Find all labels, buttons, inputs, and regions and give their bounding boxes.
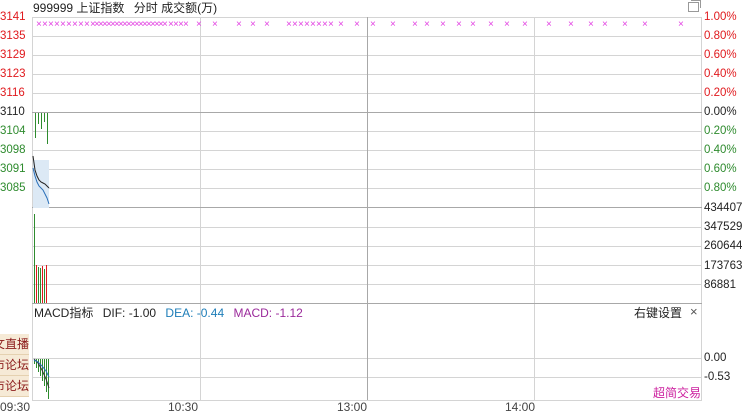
signal-marker: × [286, 19, 292, 30]
dea-label: DEA: [165, 306, 194, 320]
signal-marker: × [264, 19, 270, 30]
signal-marker: × [54, 19, 60, 30]
signal-marker: × [66, 19, 72, 30]
signal-marker: × [568, 19, 574, 30]
signal-marker: × [212, 19, 218, 30]
time-label: 14:00 [505, 400, 536, 414]
signal-marker: × [456, 19, 462, 30]
signal-marker: × [354, 19, 360, 30]
signal-marker: × [183, 19, 189, 30]
signal-marker: × [292, 19, 298, 30]
time-label: 09:30 [0, 400, 31, 414]
signal-marker: × [48, 19, 54, 30]
signal-marker: × [504, 19, 510, 30]
signal-marker: × [470, 19, 476, 30]
signal-marker: × [250, 19, 256, 30]
signal-marker: × [84, 19, 90, 30]
signal-marker: × [42, 19, 48, 30]
signal-marker: × [236, 19, 242, 30]
signal-markers: × × × × × × × × × × × × × × × × × × × × × × × × × × × × × × × × × × × × × × × ×… [0, 19, 742, 31]
signal-marker: × [440, 19, 446, 30]
signal-marker: × [622, 19, 628, 30]
dif-value: -1.00 [128, 306, 157, 320]
macd-axis-label: 0.00 [704, 352, 727, 364]
signal-marker: × [72, 19, 78, 30]
price-ticks [35, 113, 48, 144]
price-line [32, 155, 50, 208]
signal-marker: × [678, 19, 684, 30]
side-tab-live[interactable]: 图文直播 [0, 334, 29, 355]
signal-marker: × [78, 19, 84, 30]
time-label: 10:30 [168, 400, 199, 414]
signal-marker: × [488, 19, 494, 30]
side-tab-forum[interactable]: 股市论坛 [0, 355, 29, 376]
signal-marker: × [546, 19, 552, 30]
signal-marker: × [370, 19, 376, 30]
signal-marker: × [642, 19, 648, 30]
signal-marker: × [390, 19, 396, 30]
signal-marker: × [602, 19, 608, 30]
time-label: 13:00 [337, 400, 368, 414]
signal-marker: × [328, 19, 334, 30]
signal-marker: × [310, 19, 316, 30]
signal-marker: × [412, 19, 418, 30]
signal-marker: × [60, 19, 66, 30]
dea-value: -0.44 [196, 306, 225, 320]
signal-marker: × [588, 19, 594, 30]
signal-marker: × [424, 19, 430, 30]
signal-marker: × [322, 19, 328, 30]
signal-marker: × [304, 19, 310, 30]
signal-marker: × [522, 19, 528, 30]
side-tab-forum[interactable]: 股市论坛 [0, 376, 29, 397]
settings-button[interactable]: 右键设置 [634, 306, 682, 320]
signal-marker: × [298, 19, 304, 30]
signal-marker: × [316, 19, 322, 30]
macd-header: MACD指标 DIF: -1.00 DEA: -0.44 MACD: -1.12 [34, 306, 303, 320]
close-icon[interactable]: × [690, 305, 698, 319]
chart-canvas[interactable] [0, 0, 742, 413]
macd-axis-label: -0.53 [704, 371, 731, 383]
signal-marker: × [338, 19, 344, 30]
macd-value: -1.12 [275, 306, 303, 320]
signal-marker: × [162, 19, 168, 30]
macd-title: MACD指标 [34, 306, 94, 320]
signal-marker: × [36, 19, 42, 30]
macd-label: MACD: [233, 306, 273, 320]
brand-watermark[interactable]: 超简交易 [653, 386, 701, 400]
signal-marker: × [196, 19, 202, 30]
dif-label: DIF: [102, 306, 126, 320]
